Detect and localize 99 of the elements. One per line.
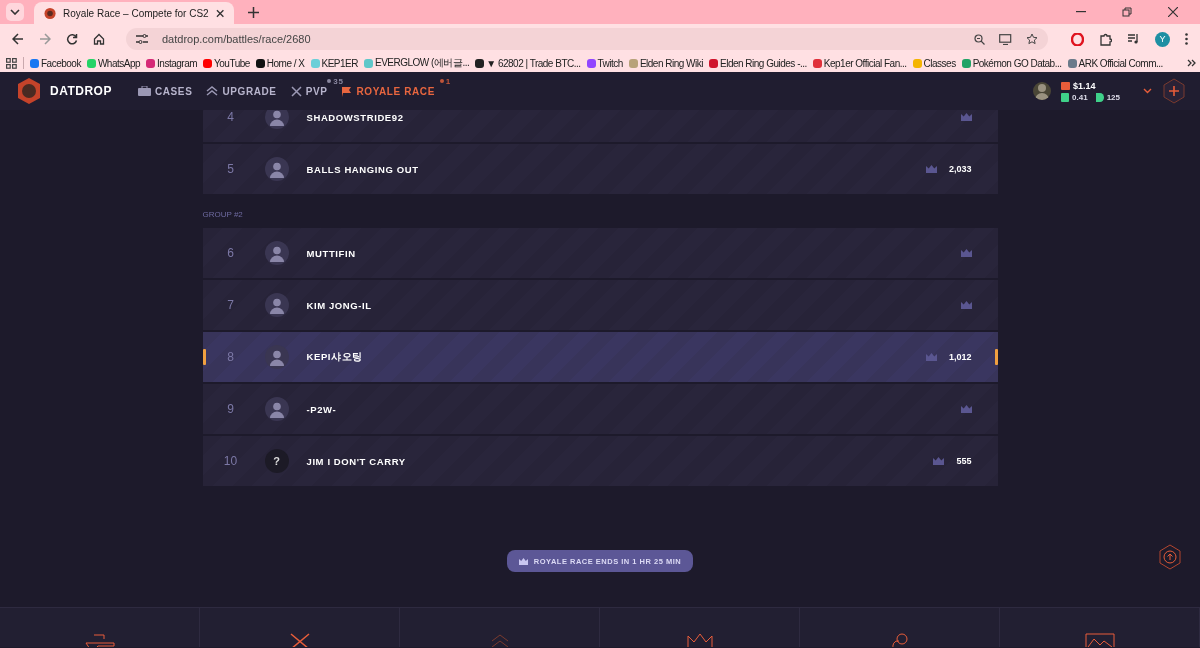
d-coin-icon bbox=[1095, 92, 1104, 102]
url-text: datdrop.com/battles/race/2680 bbox=[162, 33, 311, 45]
crown-icon bbox=[518, 557, 528, 565]
new-tab-icon[interactable] bbox=[248, 6, 259, 18]
reload-icon[interactable] bbox=[66, 33, 78, 45]
score-value: 555 bbox=[956, 456, 972, 466]
nav-tab[interactable]: CASES bbox=[137, 85, 193, 97]
address-bar[interactable]: datdrop.com/battles/race/2680 bbox=[126, 28, 1048, 50]
nav-tab[interactable]: UPGRADE bbox=[206, 85, 277, 97]
apps-icon[interactable] bbox=[6, 57, 17, 69]
footer-tile[interactable] bbox=[1000, 608, 1200, 647]
rank-number: 10 bbox=[222, 454, 239, 468]
profile-avatar[interactable]: Y bbox=[1155, 31, 1170, 47]
bookmark[interactable]: Facebook bbox=[30, 57, 81, 69]
footer-tile[interactable] bbox=[800, 608, 1000, 647]
media-icon[interactable] bbox=[1127, 33, 1140, 45]
crown-icon bbox=[960, 113, 972, 121]
crosshair-icon[interactable] bbox=[1162, 78, 1186, 104]
avatar-icon bbox=[264, 241, 289, 265]
close-icon[interactable] bbox=[1168, 7, 1178, 17]
bookmark[interactable]: EVERGLOW (에버글... bbox=[364, 56, 470, 70]
bookmark[interactable]: YouTube bbox=[203, 57, 250, 69]
tab-title: Royale Race – Compete for CS2 bbox=[63, 7, 209, 19]
bookmark[interactable]: Classes bbox=[912, 57, 956, 69]
crown-icon bbox=[960, 301, 972, 309]
bookmark[interactable]: Home / X bbox=[255, 57, 305, 69]
player-name: KIM JONG-IL bbox=[306, 299, 372, 311]
star-icon[interactable] bbox=[1026, 33, 1038, 45]
bookmark[interactable]: Elden Ring Wiki bbox=[628, 57, 703, 69]
bookmark[interactable]: Pokémon GO Datab... bbox=[961, 57, 1062, 69]
minimize-icon[interactable] bbox=[1076, 11, 1086, 13]
bookmark[interactable]: ▼ 62802 | Trade BTC... bbox=[475, 57, 581, 69]
footer-tile[interactable] bbox=[0, 608, 200, 647]
group-label: GROUP #2 bbox=[202, 208, 244, 221]
browser-tab[interactable]: Royale Race – Compete for CS2 bbox=[34, 2, 234, 24]
player-name: MUTTIFIN bbox=[306, 247, 356, 259]
swords-icon bbox=[290, 85, 302, 97]
bookmark[interactable]: WhatsApp bbox=[86, 57, 141, 69]
player-name: -P2W- bbox=[306, 403, 337, 415]
bookmark[interactable]: KEP1ER bbox=[310, 57, 358, 69]
menu-icon[interactable] bbox=[1185, 33, 1188, 45]
points-amount: 125 bbox=[1106, 92, 1120, 102]
balance-amount: $1.14 bbox=[1073, 80, 1096, 91]
crown-icon bbox=[933, 457, 945, 465]
avatar-icon bbox=[264, 345, 289, 369]
briefcase-icon bbox=[137, 86, 151, 96]
crown-icon bbox=[686, 633, 713, 647]
crown-icon bbox=[925, 165, 937, 173]
install-icon[interactable] bbox=[999, 33, 1012, 45]
footer-tile[interactable] bbox=[200, 608, 400, 647]
bookmark[interactable]: Elden Ring Guides -... bbox=[709, 57, 807, 69]
player-name: SHADOWSTRIDE92 bbox=[306, 111, 404, 123]
back-icon[interactable] bbox=[12, 33, 24, 45]
home-icon[interactable] bbox=[93, 33, 105, 45]
bookmark[interactable]: Twitch bbox=[586, 57, 623, 69]
crown-icon bbox=[925, 353, 937, 361]
avatar-icon bbox=[264, 293, 289, 317]
avatar-icon bbox=[264, 157, 289, 181]
avatar-icon bbox=[264, 397, 289, 421]
user-avatar[interactable] bbox=[1033, 82, 1052, 100]
player-name: JIM I DON'T CARRY bbox=[306, 455, 406, 467]
chevrons-icon bbox=[490, 633, 509, 647]
rank-number: 6 bbox=[226, 246, 235, 260]
caret-icon[interactable] bbox=[1143, 88, 1152, 94]
rank-number: 8 bbox=[226, 350, 235, 364]
rank-number: 9 bbox=[226, 402, 235, 416]
rank-number: 5 bbox=[226, 162, 235, 176]
logo-icon[interactable] bbox=[16, 77, 42, 105]
chevrons-icon bbox=[206, 86, 219, 96]
site-logo[interactable]: DATDROP bbox=[50, 84, 112, 98]
close-icon[interactable] bbox=[215, 8, 224, 18]
online-count: 1 bbox=[439, 76, 451, 86]
unknown-avatar: ? bbox=[264, 449, 289, 473]
crown-icon bbox=[960, 249, 972, 257]
score-value: 1,012 bbox=[948, 352, 972, 362]
puzzle-icon[interactable] bbox=[1099, 32, 1112, 46]
player-name: BALLS HANGING OUT bbox=[306, 163, 419, 175]
rank-number: 4 bbox=[226, 110, 235, 124]
online-count: 35 bbox=[327, 76, 344, 86]
scroll-top-icon[interactable] bbox=[1158, 544, 1182, 570]
site-settings-icon[interactable] bbox=[136, 34, 148, 44]
rank-number: 7 bbox=[226, 298, 235, 312]
zoom-icon[interactable] bbox=[974, 33, 985, 45]
player-name: KEPI샤오팅 bbox=[306, 350, 363, 364]
caret-icon bbox=[10, 9, 20, 15]
bookmark[interactable]: ARK Official Comm... bbox=[1067, 57, 1163, 69]
restore-icon[interactable] bbox=[1122, 7, 1132, 17]
tab-list-button[interactable] bbox=[6, 3, 24, 21]
flag-icon bbox=[341, 85, 353, 97]
coin-amount: 0.41 bbox=[1072, 92, 1088, 102]
footer-tile[interactable] bbox=[400, 608, 600, 647]
bookmark[interactable]: Kep1er Official Fan... bbox=[812, 57, 907, 69]
score-value: 2,033 bbox=[948, 164, 972, 174]
bookmark[interactable]: Instagram bbox=[146, 57, 198, 69]
avatar-icon bbox=[264, 110, 289, 129]
footer-tile[interactable] bbox=[600, 608, 800, 647]
more-bookmarks-icon[interactable] bbox=[1187, 59, 1196, 67]
chart-icon bbox=[1084, 633, 1115, 647]
crown-icon bbox=[960, 405, 972, 413]
